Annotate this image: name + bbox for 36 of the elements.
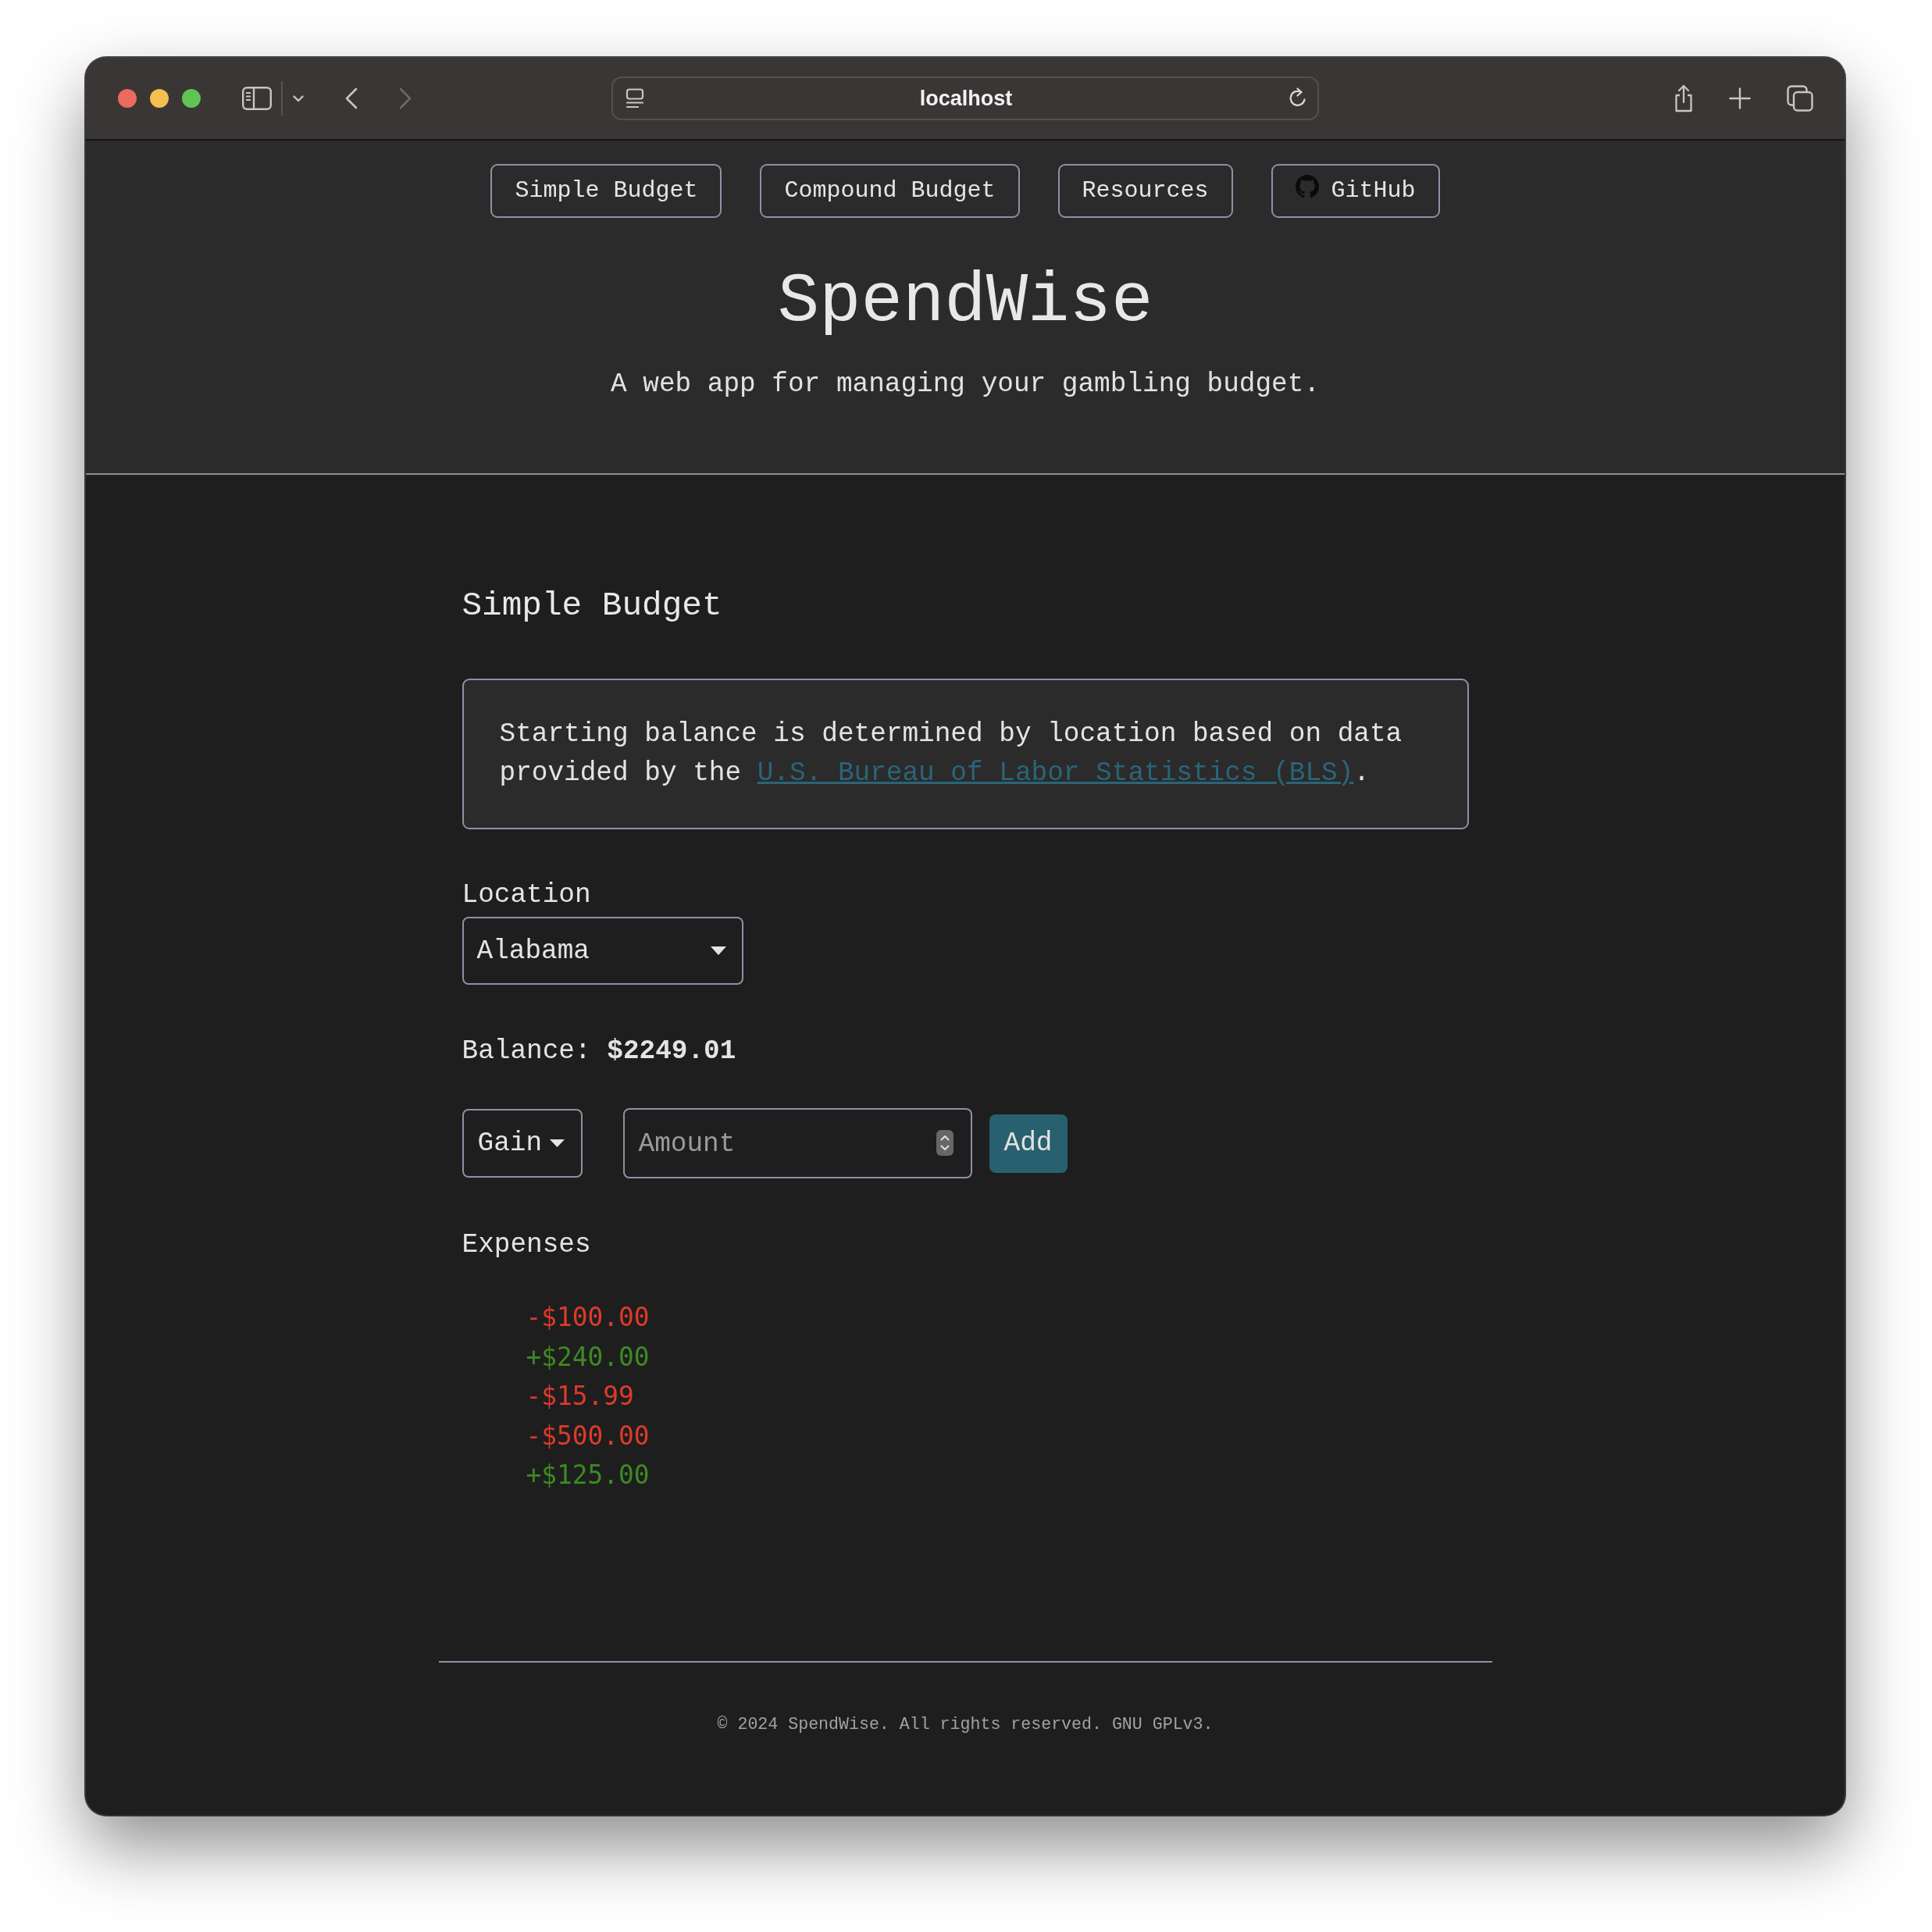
caret-down-icon xyxy=(550,1139,565,1147)
window-zoom-icon[interactable] xyxy=(182,89,201,108)
amount-field[interactable]: Amount xyxy=(622,1108,972,1178)
chevron-down-icon[interactable] xyxy=(293,94,304,102)
location-select[interactable]: Alabama xyxy=(462,917,743,985)
back-icon[interactable] xyxy=(345,87,358,109)
window-minimize-icon[interactable] xyxy=(150,89,169,108)
nav-button[interactable]: Resources xyxy=(1057,164,1233,218)
expense-amount: +$125.00 xyxy=(526,1460,650,1492)
tagline-text: A web app for managing your gambling budget. xyxy=(610,368,1321,401)
caret-down-icon xyxy=(710,946,726,955)
nav-button[interactable]: GitHub xyxy=(1271,164,1440,218)
expense-amount: -$100.00 xyxy=(526,1302,650,1334)
plus-icon[interactable] xyxy=(1729,87,1751,109)
add-button[interactable]: Add xyxy=(989,1114,1068,1173)
nav-button[interactable]: Simple Budget xyxy=(490,164,722,218)
app-title: SpendWise xyxy=(777,262,1153,343)
nav-button[interactable]: Compound Budget xyxy=(760,164,1020,218)
expenses-heading: Expenses xyxy=(462,1228,591,1261)
expense-amount: -$500.00 xyxy=(526,1420,650,1453)
address-bar[interactable]: localhost xyxy=(611,77,1319,120)
spinner-icon[interactable] xyxy=(936,1130,954,1156)
tabs-icon[interactable] xyxy=(1787,85,1813,112)
sidebar-icon[interactable] xyxy=(242,87,272,110)
footer-text: © 2024 SpendWise. All rights reserved. GNU GPLv3. xyxy=(717,1713,1214,1735)
share-icon[interactable] xyxy=(1673,84,1695,112)
window-close-icon[interactable] xyxy=(118,89,137,108)
github-logo-icon xyxy=(1295,174,1319,198)
expense-amount: -$15.99 xyxy=(526,1381,634,1413)
expense-amount: +$240.00 xyxy=(526,1341,650,1374)
info-text: Starting balance is determined by location based on data provided by the U.S. Bureau of Labor Statistics (BLS). xyxy=(499,718,1403,790)
section-heading: Simple Budget xyxy=(462,586,722,626)
page-menu-icon[interactable] xyxy=(626,88,644,109)
balance-text: Balance: $2249.01 xyxy=(462,1035,736,1068)
location-label: Location xyxy=(462,879,591,911)
type-select[interactable]: Gain xyxy=(462,1109,583,1178)
